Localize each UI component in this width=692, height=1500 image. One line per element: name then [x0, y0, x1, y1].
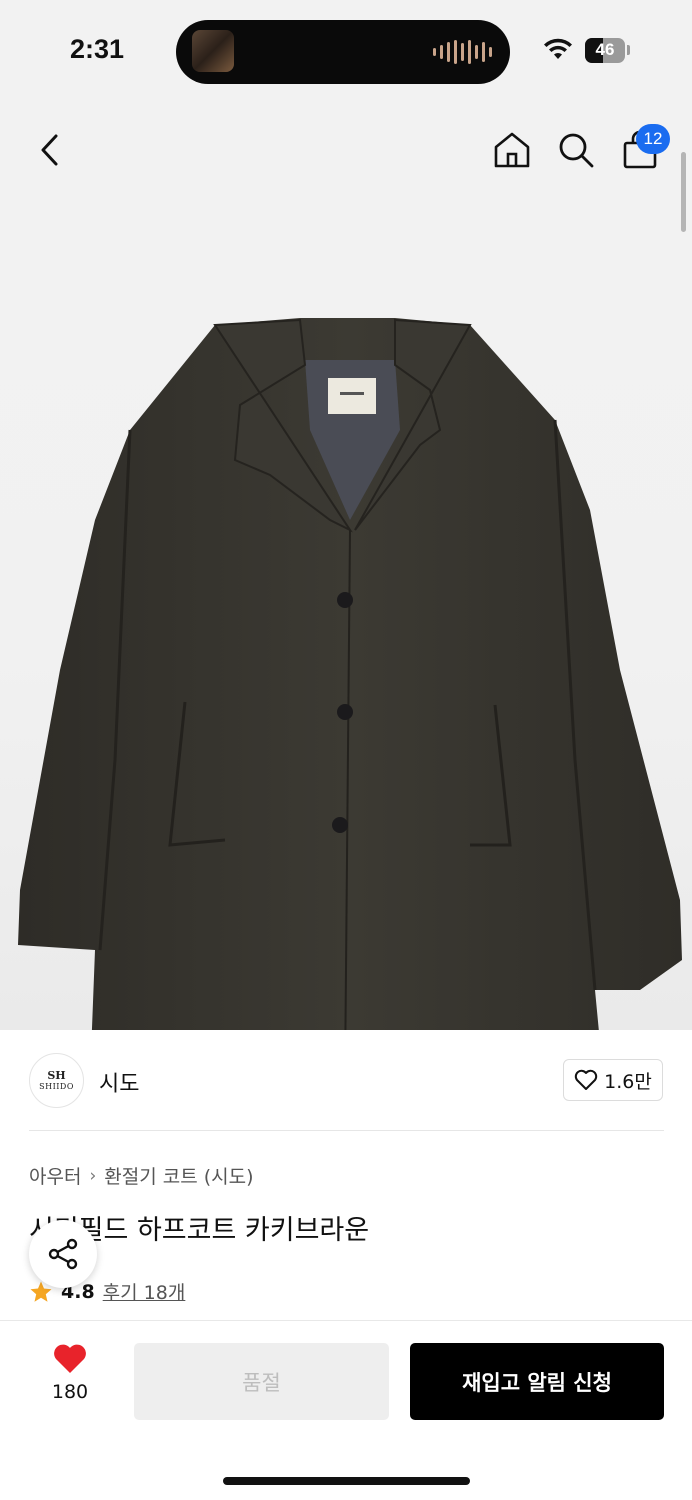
wishlist-button[interactable]: 180 [40, 1343, 100, 1413]
status-time: 2:31 [70, 34, 125, 64]
scrollbar[interactable] [681, 152, 686, 232]
brand-like-count: 1.6만 [604, 1070, 652, 1093]
home-indicator[interactable] [223, 1477, 470, 1485]
battery-indicator: 46 [585, 38, 625, 63]
battery-level: 46 [595, 40, 615, 59]
dynamic-island[interactable] [176, 20, 510, 84]
review-count-link[interactable]: 후기 18개 [103, 1278, 186, 1305]
now-playing-artwork [192, 30, 234, 72]
divider [29, 1130, 664, 1131]
brand-like-button[interactable]: 1.6만 [563, 1059, 663, 1101]
product-image-area[interactable] [0, 100, 692, 1030]
product-photo-coat [18, 318, 682, 1030]
share-button[interactable] [29, 1220, 97, 1288]
back-icon [41, 134, 58, 166]
wishlist-count: 180 [51, 1381, 89, 1403]
back-button[interactable] [30, 128, 70, 172]
chevron-right-icon: › [89, 1165, 97, 1186]
brand-logo[interactable]: SH SHIIDO [29, 1053, 84, 1108]
brand-logo-text: SHIIDO [39, 1081, 74, 1091]
battery-tip [627, 45, 630, 55]
heart-outline-icon [574, 1069, 598, 1090]
search-button[interactable] [554, 128, 598, 172]
soldout-button[interactable]: 품절 [134, 1343, 389, 1420]
breadcrumb-item[interactable]: 환절기 코트 (시도) [104, 1162, 253, 1189]
restock-alert-button[interactable]: 재입고 알림 신청 [410, 1343, 664, 1420]
audio-waveform-icon [433, 40, 492, 64]
breadcrumb-item[interactable]: 아우터 [29, 1162, 81, 1189]
home-button[interactable] [490, 128, 534, 172]
bottom-action-bar: 180 품절 재입고 알림 신청 [0, 1320, 692, 1500]
search-icon [559, 133, 594, 168]
brand-name[interactable]: 시도 [99, 1066, 139, 1098]
wifi-icon [544, 38, 572, 59]
brand-row: SH SHIIDO 시도 1.6만 [0, 1030, 692, 1130]
home-icon [494, 132, 530, 168]
heart-icon [54, 1344, 86, 1373]
breadcrumb: 아우터 › 환절기 코트 (시도) [29, 1162, 254, 1189]
status-bar: 2:31 46 [0, 0, 692, 100]
brand-logo-mark: SH [47, 1068, 66, 1082]
share-icon [48, 1238, 78, 1270]
cart-count-badge: 12 [636, 124, 670, 154]
